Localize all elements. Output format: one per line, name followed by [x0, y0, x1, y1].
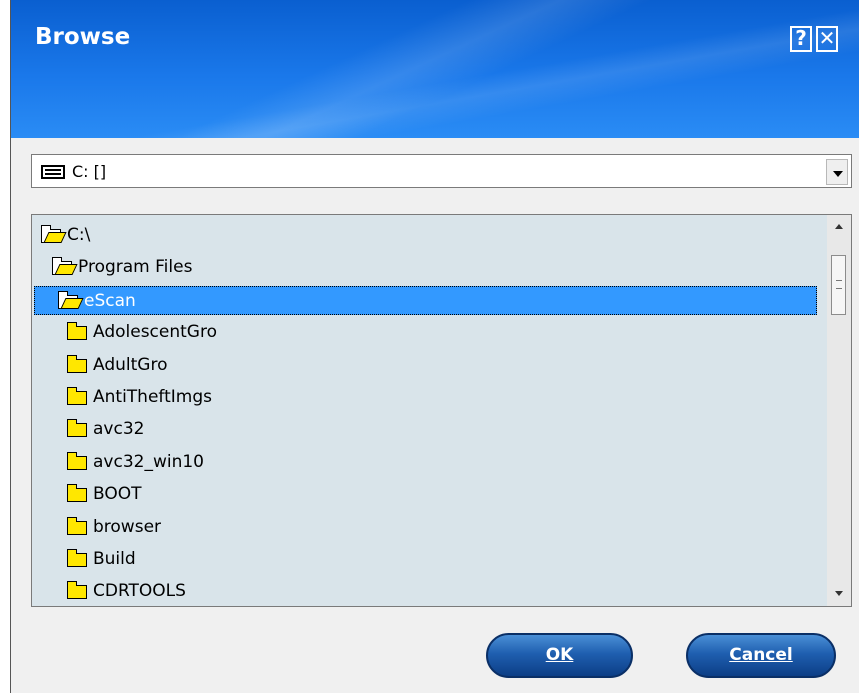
tree-item-label: CDRTOOLS: [93, 581, 186, 602]
tree-item-label: avc32_win10: [93, 451, 204, 472]
folder-tree-list: C:\ Program Files eScan AdolescentGro AdultG…: [32, 215, 827, 606]
tree-item[interactable]: eScan: [34, 285, 817, 315]
folder-icon: [66, 451, 87, 470]
close-button[interactable]: ✕: [816, 26, 838, 52]
tree-item-label: Program Files: [78, 257, 193, 278]
scrollbar-thumb[interactable]: [831, 255, 846, 315]
tree-item-label: avc32: [93, 419, 145, 440]
drive-select[interactable]: C: []: [31, 154, 852, 188]
folder-icon: [66, 322, 87, 341]
tree-item-label: AdolescentGro: [93, 322, 217, 343]
folder-open-icon: [40, 225, 61, 243]
folder-tree[interactable]: C:\ Program Files eScan AdolescentGro AdultG…: [31, 214, 852, 607]
dialog-title: Browse: [35, 24, 131, 50]
tree-item-label: C:\: [67, 225, 91, 245]
tree-item-label: AntiTheftImgs: [93, 387, 212, 407]
folder-icon: [66, 484, 87, 503]
drive-icon: [41, 165, 65, 179]
drive-select-value: C: []: [72, 162, 107, 181]
folder-icon: [66, 581, 87, 600]
help-button[interactable]: ?: [790, 26, 812, 52]
tree-item-label: browser: [93, 516, 162, 537]
chevron-down-icon[interactable]: [826, 159, 848, 185]
scroll-up-arrow-icon[interactable]: [827, 215, 851, 239]
vertical-scrollbar[interactable]: [827, 215, 851, 606]
tree-item-label: BOOT: [93, 484, 142, 505]
scroll-down-arrow-icon[interactable]: [827, 582, 851, 606]
tree-item-label: eScan: [84, 290, 136, 311]
folder-icon: [66, 419, 87, 438]
title-bar[interactable]: Browse ? ✕: [11, 0, 859, 138]
folder-open-icon: [57, 290, 78, 309]
tree-item-label: Build: [93, 549, 136, 569]
folder-icon: [66, 387, 87, 405]
folder-open-icon: [51, 257, 72, 276]
browse-dialog: Browse ? ✕ C: [] C:\ Program Files eScan Ad…: [10, 0, 859, 693]
cancel-button[interactable]: Cancel: [686, 633, 836, 678]
ok-button[interactable]: OK: [486, 633, 633, 678]
tree-item-label: AdultGro: [93, 354, 168, 375]
folder-icon: [66, 549, 87, 567]
folder-icon: [66, 354, 87, 373]
folder-icon: [66, 516, 87, 535]
